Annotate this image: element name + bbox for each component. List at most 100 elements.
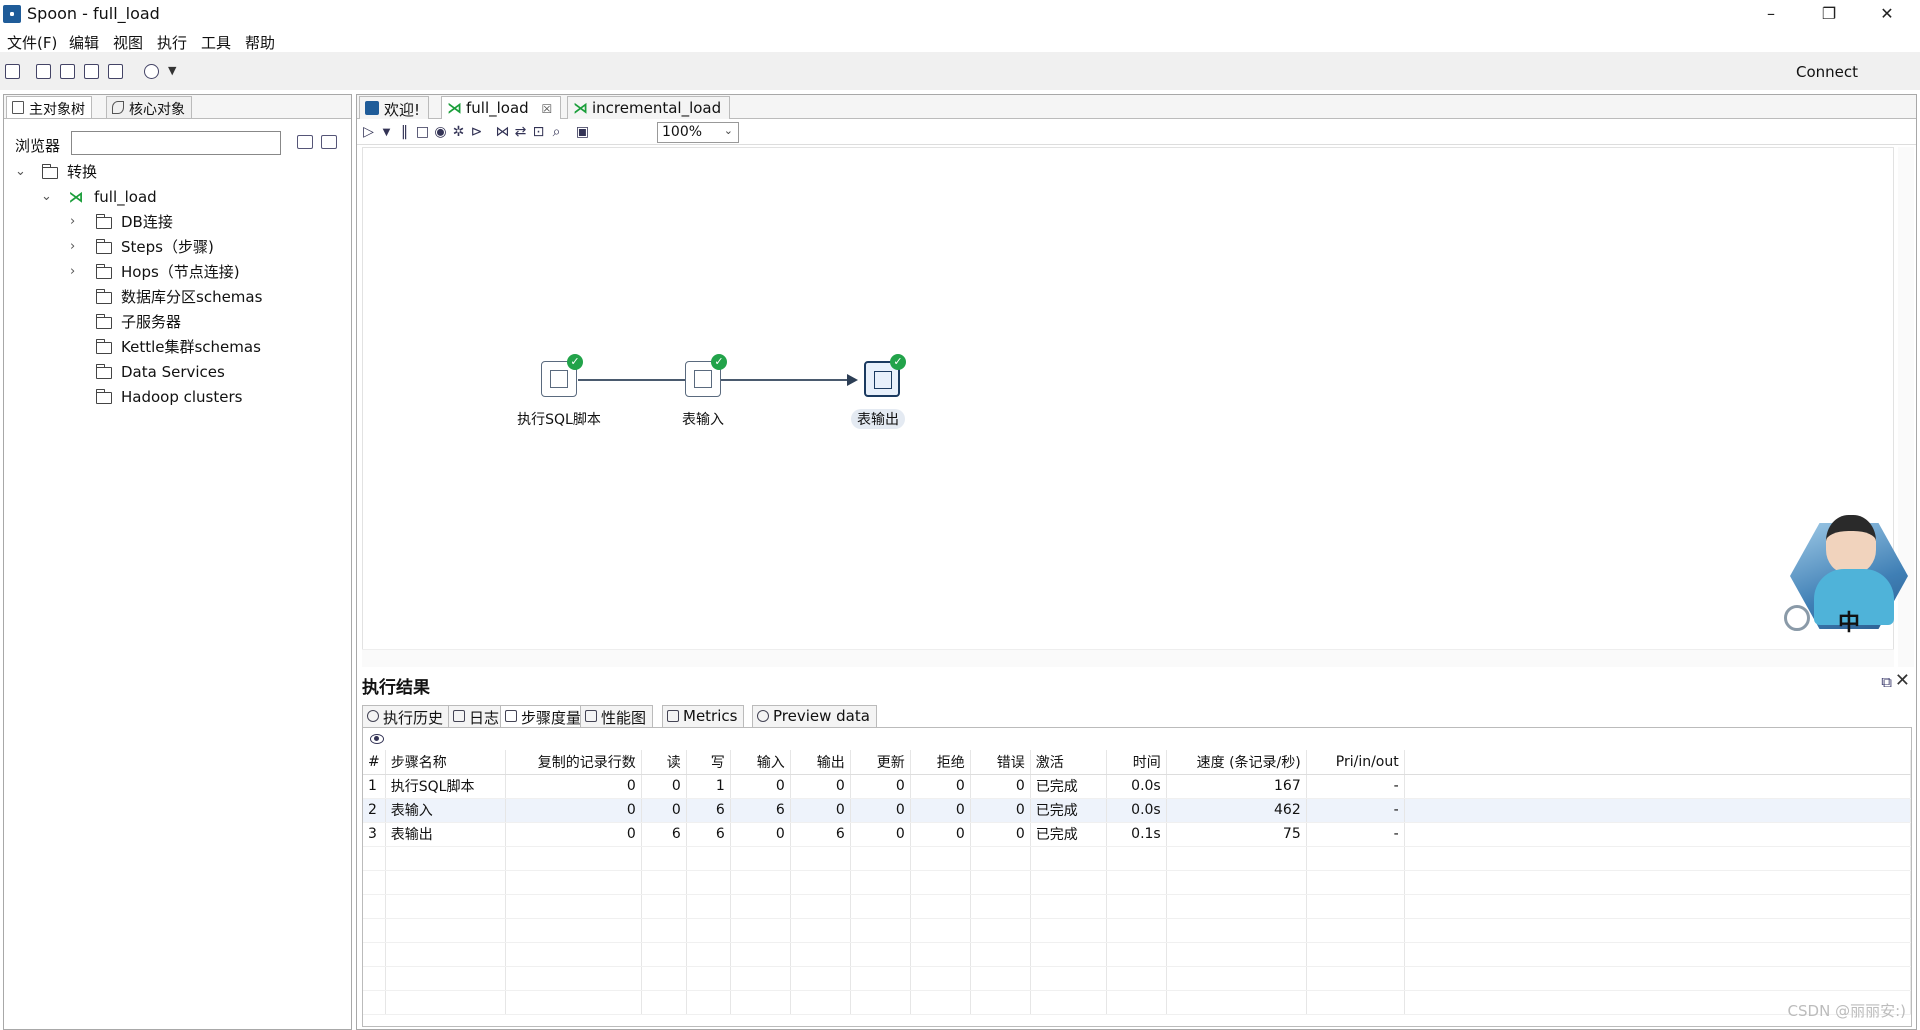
table-row[interactable] xyxy=(363,990,1912,1015)
maximize-icon[interactable]: ⧉ xyxy=(1881,673,1892,691)
table-row[interactable]: 2 表输入 0 0 6 6 0 0 0 0 已完成 0.0s 462- xyxy=(363,798,1912,823)
table-row[interactable]: 3 表输出 0 6 6 0 6 0 0 0 已完成 0.1s 75- xyxy=(363,822,1912,847)
show-results-icon[interactable]: ▣ xyxy=(575,125,590,140)
table-cell: 3 xyxy=(363,822,386,847)
table-cell: 0 xyxy=(505,798,642,823)
table-cell xyxy=(1166,942,1307,967)
assistant-avatar-widget[interactable]: 中 xyxy=(1784,513,1914,643)
column-header[interactable]: 时间 xyxy=(1106,750,1167,775)
chevron-down-icon[interactable]: ⌄ xyxy=(41,186,53,208)
table-cell xyxy=(910,846,971,871)
table-cell: 0 xyxy=(910,774,971,799)
filler-column xyxy=(1404,750,1912,775)
chevron-right-icon[interactable]: › xyxy=(70,261,82,283)
explore-db-icon[interactable]: ⌕ xyxy=(549,125,564,140)
tab-log[interactable]: 日志 xyxy=(448,705,507,727)
column-header[interactable]: 输出 xyxy=(790,750,851,775)
expand-all-icon[interactable] xyxy=(297,135,313,149)
tab-preview-data[interactable]: Preview data xyxy=(752,705,877,727)
pause-icon[interactable]: ‖ xyxy=(397,125,412,140)
menu-view[interactable]: 视图 xyxy=(113,32,143,53)
column-header[interactable]: 错误 xyxy=(970,750,1031,775)
column-header[interactable]: Pri/in/out xyxy=(1306,750,1405,775)
chevron-down-icon[interactable]: ⌄ xyxy=(15,161,27,183)
close-tab-icon[interactable]: ☒ xyxy=(541,102,552,116)
chevron-right-icon[interactable]: › xyxy=(70,211,82,233)
zoom-select[interactable]: 100% ⌄ xyxy=(657,122,739,143)
table-cell xyxy=(970,894,1031,919)
verify-icon[interactable]: ⋈ xyxy=(495,125,510,140)
browser-search-input[interactable] xyxy=(71,131,281,155)
tab-welcome[interactable]: 欢迎! xyxy=(359,96,430,119)
canvas-horizontal-scrollbar[interactable] xyxy=(362,649,1894,667)
table-row[interactable] xyxy=(363,846,1912,871)
menu-file[interactable]: 文件(F) xyxy=(7,32,57,53)
table-cell xyxy=(1166,918,1307,943)
collapse-all-icon[interactable] xyxy=(321,135,337,149)
menu-help[interactable]: 帮助 xyxy=(245,32,275,53)
save-icon[interactable] xyxy=(84,64,99,79)
column-header[interactable]: 激活 xyxy=(1030,750,1107,775)
perspective-layers-icon[interactable] xyxy=(144,64,159,79)
perspective-dropdown-icon[interactable]: ▼ xyxy=(168,64,176,77)
tab-execution-history[interactable]: 执行历史 xyxy=(362,705,451,727)
menu-edit[interactable]: 编辑 xyxy=(69,32,99,53)
tab-step-metrics[interactable]: 步骤度量 xyxy=(500,705,589,727)
table-row[interactable] xyxy=(363,894,1912,919)
table-cell xyxy=(790,966,851,991)
run-dropdown-icon[interactable]: ▼ xyxy=(379,125,394,140)
save-as-icon[interactable] xyxy=(108,64,123,79)
step-label: 表输入 xyxy=(682,412,724,428)
impact-icon[interactable]: ⇄ xyxy=(513,125,528,140)
column-header[interactable]: 步骤名称 xyxy=(385,750,506,775)
table-cell: 6 xyxy=(686,822,731,847)
stop-icon[interactable]: □ xyxy=(415,125,430,140)
table-cell: 已完成 xyxy=(1030,774,1107,799)
document-icon xyxy=(12,101,24,114)
tab-main-object-tree[interactable]: 主对象树 xyxy=(6,96,92,118)
tab-full-load[interactable]: ⋊ full_load ☒ xyxy=(441,96,562,120)
table-cell xyxy=(1030,942,1107,967)
open-file-icon[interactable] xyxy=(36,64,51,79)
new-file-icon[interactable] xyxy=(5,64,20,79)
menu-run[interactable]: 执行 xyxy=(157,32,187,53)
column-header[interactable]: 输入 xyxy=(730,750,791,775)
preview-icon[interactable]: ◉ xyxy=(433,125,448,140)
replay-icon[interactable]: ⊳ xyxy=(469,125,484,140)
table-cell xyxy=(1306,918,1405,943)
tab-incremental-load[interactable]: ⋊ incremental_load xyxy=(567,96,731,119)
close-results-icon[interactable]: ✕ xyxy=(1895,670,1910,691)
table-cell xyxy=(363,870,386,895)
table-row[interactable]: 1 执行SQL脚本 0 0 1 0 0 0 0 0 已完成 0.0s 167- xyxy=(363,774,1912,799)
table-row[interactable] xyxy=(363,966,1912,991)
column-header[interactable]: 更新 xyxy=(850,750,911,775)
column-header[interactable]: 速度 (条记录/秒) xyxy=(1166,750,1307,775)
table-cell xyxy=(910,990,971,1015)
table-cell: 0 xyxy=(730,822,791,847)
table-row[interactable] xyxy=(363,942,1912,967)
debug-icon[interactable]: ✲ xyxy=(451,125,466,140)
column-header[interactable]: 读 xyxy=(641,750,687,775)
column-header[interactable]: 拒绝 xyxy=(910,750,971,775)
tab-metrics[interactable]: Metrics xyxy=(662,705,745,727)
run-icon[interactable]: ▷ xyxy=(361,125,376,140)
column-header[interactable]: 写 xyxy=(686,750,731,775)
close-window-button[interactable]: ✕ xyxy=(1858,0,1916,28)
table-row[interactable] xyxy=(363,870,1912,895)
connect-button[interactable]: Connect xyxy=(1796,63,1858,81)
explore-repository-icon[interactable] xyxy=(60,64,75,79)
transformation-canvas[interactable]: ✓ 执行SQL脚本 ✓ 表输入 ✓ 表输出 xyxy=(362,147,1894,667)
chevron-right-icon[interactable]: › xyxy=(70,236,82,258)
table-row[interactable] xyxy=(363,918,1912,943)
column-header[interactable]: # xyxy=(363,750,386,775)
eye-icon[interactable] xyxy=(370,734,384,744)
restore-button[interactable]: ❐ xyxy=(1800,0,1858,28)
tab-performance-graph[interactable]: 性能图 xyxy=(580,705,654,727)
tab-core-objects[interactable]: 核心对象 xyxy=(106,96,192,118)
hop-input-to-output[interactable] xyxy=(721,375,858,385)
sql-icon[interactable]: ⊡ xyxy=(531,125,546,140)
column-header[interactable]: 复制的记录行数 xyxy=(505,750,642,775)
minimize-button[interactable]: – xyxy=(1742,0,1800,28)
menu-tools[interactable]: 工具 xyxy=(201,32,231,53)
table-cell xyxy=(363,990,386,1015)
